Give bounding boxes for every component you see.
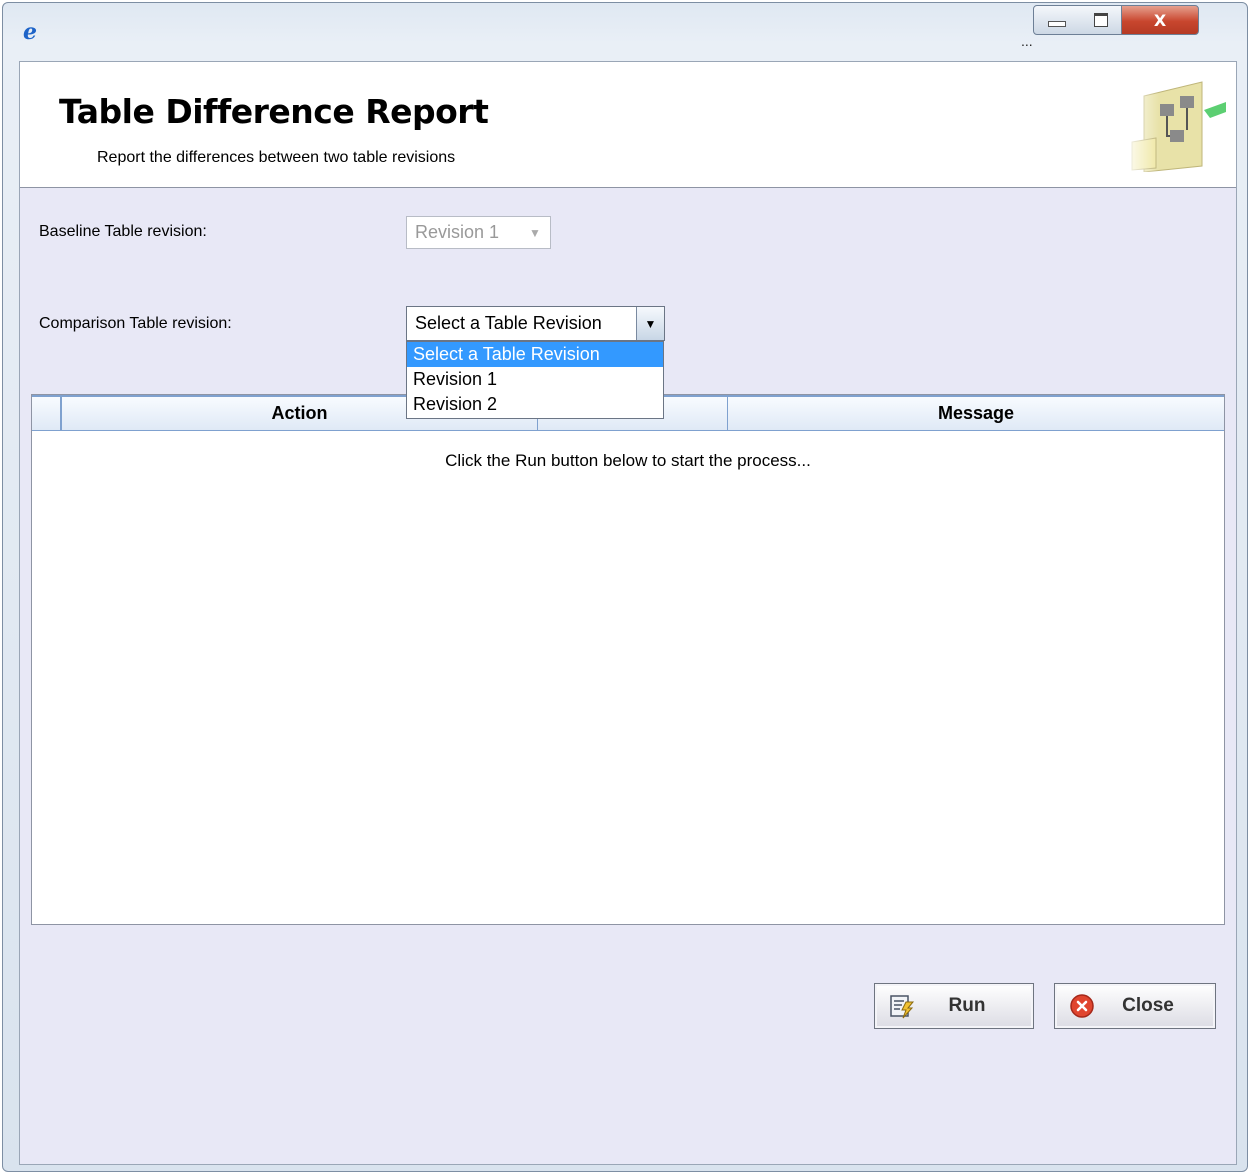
dialog-header: Table Difference Report Report the diffe… (20, 62, 1236, 188)
results-table[interactable]: Action Status Message Click the Run butt… (31, 394, 1225, 925)
close-icon: X (1153, 10, 1167, 30)
comparison-label: Comparison Table revision: (39, 315, 232, 332)
ellipsis-text: ... (1021, 33, 1033, 49)
dialog-client-area: Table Difference Report Report the diffe… (19, 61, 1237, 1165)
run-button[interactable]: Run (874, 983, 1034, 1029)
run-script-icon (890, 995, 915, 1019)
maximize-icon (1093, 13, 1108, 27)
dropdown-option-select-revision[interactable]: Select a Table Revision (407, 342, 663, 367)
baseline-revision-select[interactable]: Revision 1 ▼ (406, 216, 551, 249)
dropdown-option-revision-1[interactable]: Revision 1 (407, 367, 663, 392)
comparison-revision-dropdown[interactable]: Select a Table Revision Revision 1 Revis… (406, 341, 664, 419)
page-title: Table Difference Report (59, 92, 489, 131)
close-button-label: Close (1122, 995, 1174, 1016)
column-header-message[interactable]: Message (728, 397, 1224, 430)
close-circle-icon (1070, 994, 1094, 1018)
chevron-down-icon[interactable]: ▼ (636, 307, 664, 340)
window-close-button[interactable]: X (1121, 5, 1199, 35)
internet-explorer-icon: e (23, 19, 37, 45)
minimize-button[interactable] (1033, 5, 1081, 35)
comparison-revision-select[interactable]: Select a Table Revision ▼ (406, 306, 665, 341)
comparison-revision-value: Select a Table Revision (415, 313, 602, 333)
table-diagram-icon (1122, 76, 1228, 172)
minimize-icon (1048, 21, 1066, 27)
maximize-button[interactable] (1080, 5, 1122, 35)
page-subtitle: Report the differences between two table… (97, 149, 456, 166)
close-button[interactable]: Close (1054, 983, 1216, 1029)
empty-table-message: Click the Run button below to start the … (445, 451, 811, 470)
title-bar[interactable]: e ... X (3, 3, 1247, 59)
application-window: e ... X Table Difference Report Report t… (2, 2, 1248, 1172)
run-button-label: Run (948, 995, 986, 1016)
dropdown-option-revision-2[interactable]: Revision 2 (407, 392, 663, 417)
baseline-label: Baseline Table revision: (39, 223, 207, 240)
chevron-down-icon: ▼ (529, 225, 541, 240)
baseline-revision-value: Revision 1 (415, 222, 500, 242)
row-header-column (32, 397, 62, 430)
